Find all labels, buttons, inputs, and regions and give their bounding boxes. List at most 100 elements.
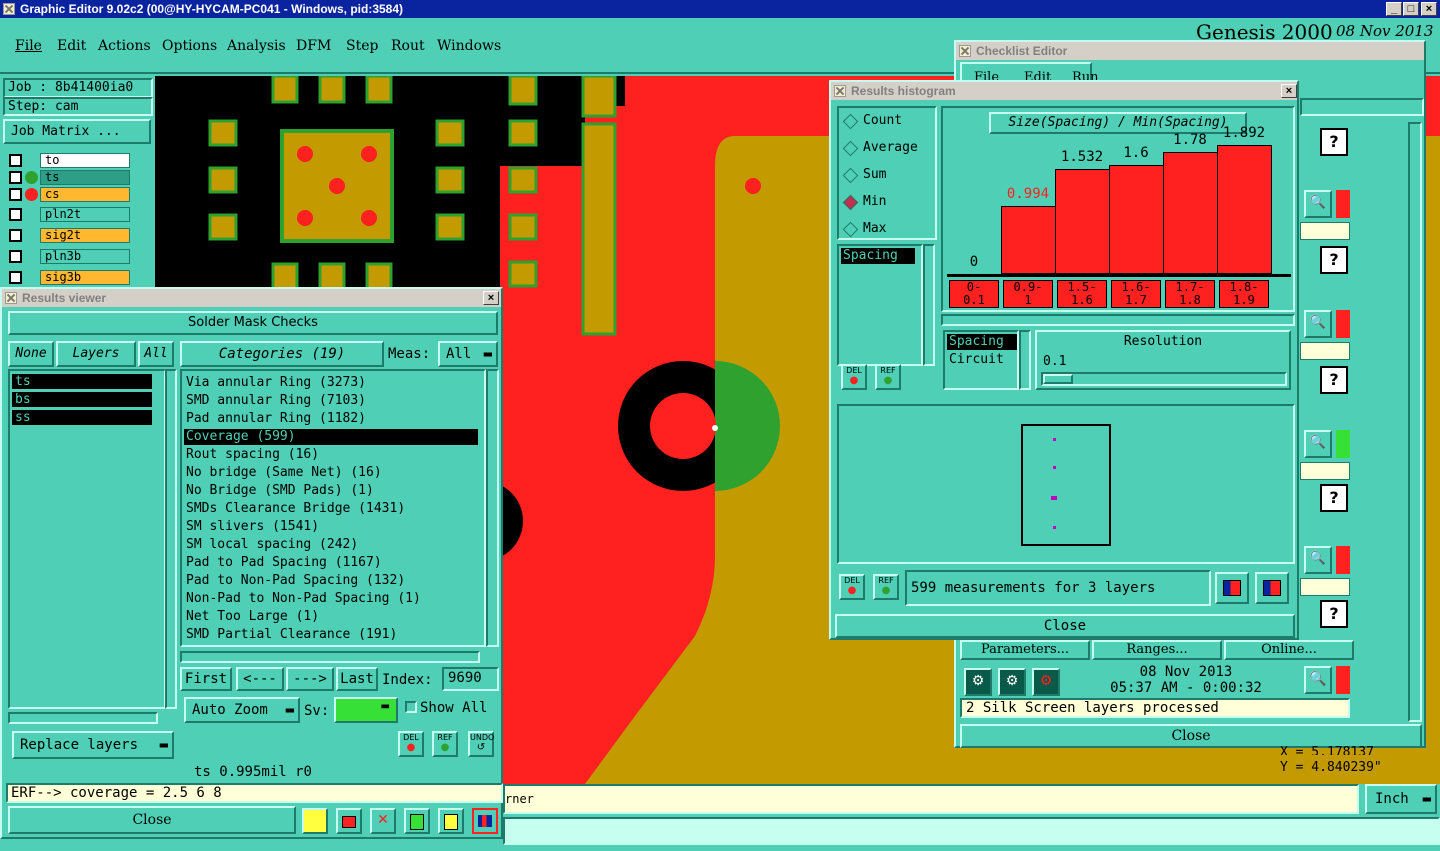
category-item[interactable]: SM slivers (1541) [184, 519, 478, 535]
layer-row-sig2t[interactable]: sig2t [6, 228, 154, 244]
menu-step[interactable]: Step [346, 38, 378, 54]
rv-layer-scrollbar[interactable] [165, 369, 177, 709]
layer-checkbox[interactable] [9, 250, 22, 263]
close-window-button[interactable]: × [1421, 2, 1437, 16]
maximize-button[interactable]: □ [1403, 2, 1419, 16]
params2-scrollbar[interactable] [1019, 330, 1031, 390]
ref-off-icon[interactable]: ✕ [370, 808, 396, 834]
layer-row-pln3b[interactable]: pln3b [6, 249, 154, 265]
category-item[interactable]: SMD Partial Clearance (191) [184, 627, 478, 643]
category-item[interactable]: Net Too Large (1) [184, 609, 478, 625]
layer-row-ts[interactable]: ts [6, 170, 154, 186]
layer-row-pln2t[interactable]: pln2t [6, 207, 154, 223]
zoom-result-icon[interactable]: 🔍 [1304, 546, 1332, 574]
show-histogram-icon[interactable] [1255, 572, 1289, 604]
checklist-scrollbar[interactable] [1408, 122, 1422, 722]
category-item[interactable]: SMDs Clearance Bridge (1431) [184, 501, 478, 517]
layer-checkbox[interactable] [9, 171, 22, 184]
minimize-button[interactable]: _ [1386, 2, 1402, 16]
job-matrix-button[interactable]: Job Matrix ... [3, 119, 151, 144]
display-tool-icon[interactable] [336, 808, 362, 834]
none-button[interactable]: None [8, 341, 54, 367]
replace-layers-dropdown[interactable]: Replace layers ▬ [12, 731, 174, 759]
params2-list[interactable]: Spacing Circuit [943, 330, 1019, 390]
resolution-slider[interactable] [1041, 372, 1287, 386]
layer-row-sig3b[interactable]: sig3b [6, 270, 154, 286]
hist-ref-button-2[interactable]: REF ● [873, 574, 899, 600]
option-max[interactable]: Max [842, 220, 935, 240]
export-histogram-icon[interactable] [1215, 572, 1249, 604]
results-viewer-close-button[interactable]: × [483, 291, 499, 305]
category-item[interactable]: Via annular Ring (3273) [184, 375, 478, 391]
category-item[interactable]: Pad annular Ring (1182) [184, 411, 478, 427]
layer-checkbox[interactable] [9, 188, 22, 201]
param-list[interactable]: Spacing [837, 244, 923, 366]
hist-del-button[interactable]: DEL ● [841, 364, 867, 390]
rv-layer-item[interactable]: ts [12, 374, 152, 389]
menu-analysis[interactable]: Analysis [227, 38, 286, 54]
rv-layer-item[interactable]: bs [12, 392, 152, 407]
menu-edit[interactable]: Edit [57, 38, 86, 54]
ranges-button[interactable]: Ranges... [1092, 640, 1222, 660]
index-input[interactable]: 9690 [442, 667, 499, 691]
zoom-result-icon[interactable]: 🔍 [1304, 666, 1332, 694]
rv-layer-hscroll[interactable] [8, 712, 158, 724]
menu-windows[interactable]: Windows [437, 38, 501, 54]
prev-button[interactable]: <--- [236, 667, 284, 691]
resolution-slider-thumb[interactable] [1043, 374, 1073, 384]
ref-button[interactable]: REF ● [432, 731, 458, 757]
chart-hscroll[interactable] [941, 314, 1295, 326]
rv-close-button[interactable]: Close [8, 806, 296, 834]
online-button[interactable]: Online... [1224, 640, 1354, 660]
param2-item[interactable]: Circuit [947, 352, 1017, 368]
del-button[interactable]: DEL ● [398, 731, 424, 757]
histogram-close-x[interactable]: × [1281, 84, 1297, 98]
category-item[interactable]: Coverage (599) [184, 429, 478, 445]
option-average[interactable]: Average [842, 139, 935, 159]
menu-dfm[interactable]: DFM [296, 38, 331, 54]
unit-dropdown[interactable]: Inch ▬ [1365, 784, 1437, 814]
category-item[interactable]: Pad to Pad Spacing (1167) [184, 555, 478, 571]
first-button[interactable]: First [180, 667, 232, 691]
zoom-result-icon[interactable]: 🔍 [1304, 310, 1332, 338]
layer-row-to[interactable]: to [6, 153, 154, 169]
run-all-icon[interactable]: ⚙ [964, 668, 992, 696]
zoom-result-icon[interactable]: 🔍 [1304, 190, 1332, 218]
layer-checkbox[interactable] [9, 154, 22, 167]
categories-hscroll[interactable] [180, 651, 480, 663]
run-selected-icon[interactable]: ⚙ [998, 668, 1026, 696]
categories-scrollbar[interactable] [486, 369, 499, 647]
category-item[interactable]: SM local spacing (242) [184, 537, 478, 553]
help-icon[interactable]: ? [1320, 128, 1348, 156]
parameters-button[interactable]: Parameters... [960, 640, 1090, 660]
last-button[interactable]: Last [336, 667, 378, 691]
zoom-result-icon[interactable]: 🔍 [1304, 430, 1332, 458]
checklist-close-button[interactable]: Close [960, 724, 1422, 748]
option-count[interactable]: Count [842, 112, 935, 132]
layer-checkbox[interactable] [9, 208, 22, 221]
category-item[interactable]: Rout spacing (16) [184, 447, 478, 463]
layer-checkbox[interactable] [9, 229, 22, 242]
param-scrollbar[interactable] [923, 244, 935, 366]
next-button[interactable]: ---> [286, 667, 334, 691]
rv-layer-item[interactable]: ss [12, 410, 152, 425]
numbering-icon[interactable] [404, 808, 430, 834]
category-item[interactable]: Pad to Non-Pad Spacing (132) [184, 573, 478, 589]
stop-run-icon[interactable]: ⚙ [1032, 668, 1060, 696]
meas-dropdown[interactable]: All ▬ [438, 341, 498, 367]
rv-layer-list[interactable]: ts bs ss [8, 369, 166, 709]
command-line[interactable]: rner [503, 784, 1359, 814]
help-icon[interactable]: ? [1320, 366, 1348, 394]
help-icon[interactable]: ? [1320, 600, 1348, 628]
sv-color-dropdown[interactable]: ▬ [334, 697, 398, 723]
undo-button[interactable]: UNDO ↺ [468, 731, 494, 757]
menu-actions[interactable]: Actions [98, 38, 151, 54]
option-min[interactable]: Min [842, 193, 935, 213]
menu-rout[interactable]: Rout [391, 38, 425, 54]
all-button[interactable]: All [138, 341, 174, 367]
histogram-close-button[interactable]: Close [835, 614, 1295, 638]
category-item[interactable]: No Bridge (SMD Pads) (1) [184, 483, 478, 499]
menu-options[interactable]: Options [162, 38, 217, 54]
menu-file[interactable]: File [15, 38, 42, 54]
param2-item[interactable]: Spacing [947, 334, 1017, 350]
